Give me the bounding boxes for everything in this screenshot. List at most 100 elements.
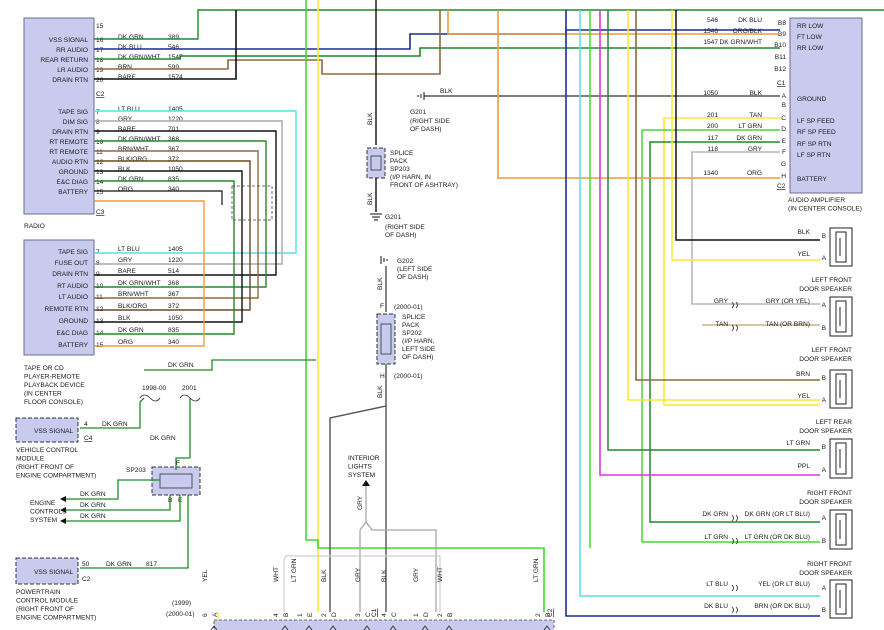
speaker-title: DOOR SPEAKER [799,356,852,363]
bottom-pin-letter: D [331,612,338,617]
amp-pin-label: BATTERY [797,176,827,183]
sp202-label: (I/P HARN, [402,338,435,345]
amp-wire-color: DK GRN/WHT [720,39,763,46]
amp-pin: B8 [778,20,786,27]
vcm-name: VEHICLE CONTROL [16,447,79,454]
inline-connector-icon [731,324,738,332]
speaker-wire-label: YEL [798,251,811,258]
sp202-wire-below: BLK [377,385,384,398]
pcm-circuit: 817 [146,561,157,568]
vcm-connector: C4 [84,435,93,442]
interior-arrow-icon [362,480,370,486]
tape-circuit-number: 1050 [168,315,183,322]
wire-lt-grn-rf [607,10,820,451]
tape-pin-label: LT AUDIO [59,294,88,301]
amp-pin: B12 [774,66,786,73]
speaker-body [829,369,853,409]
radio-pin-label: GROUND [59,169,89,176]
bottom-pin-number: 2 [437,613,444,617]
speaker-wire-label: GRY (OR YEL) [766,298,810,305]
sp202-label: LEFT SIDE [402,346,436,353]
bottom-connector-c1: C1 [371,608,378,617]
radio-pin-label: DRAIN RTN [52,129,88,136]
pcm-connector: C2 [82,576,91,583]
tape-wire-color: BLK/ORG [118,303,147,310]
amp-circuit: 117 [707,135,718,142]
radio-pin-number: 17 [96,47,104,54]
speaker-title: LEFT FRONT [811,277,852,284]
year-bracket-left [139,394,161,402]
speaker-wire-label: PPL [798,463,811,470]
speaker-body [829,296,853,337]
wire-org-amp-battery [497,10,780,179]
radio-wire-color: DK GRN/WHT [118,136,161,143]
ecs-wire-label: DK GRN [80,513,106,520]
bottom-pin-number: 4 [381,613,388,617]
radio-pin-number: 9 [96,129,100,136]
radio-pin-number: 11 [96,149,103,156]
ecs-name: CONTROLS [30,509,67,516]
amp-circuit: 200 [707,123,718,130]
amp-wire-color: DK BLU [738,17,762,24]
speaker-wire-label: YEL [798,393,811,400]
tape-wire-color: DK GRN/WHT [118,280,161,287]
radio-circuit-number: 599 [168,64,179,71]
inline-connector-icon [731,606,738,614]
ecs-name: ENGINE [30,500,56,507]
radio-circuit-number: 1050 [168,166,183,173]
g202-label: G202 [397,258,413,265]
sp202-pin-f: F [380,303,384,310]
g201a-label: G201 [410,109,426,116]
radio-pin-number: 10 [96,139,104,146]
radio-circuit-number: 546 [168,44,179,51]
pcm-wire: DK GRN [106,561,132,568]
wire-e-c-diag-stub [94,190,223,205]
speaker-pin: A [822,467,827,474]
radio-pin-label: LR AUDIO [57,67,88,74]
amp-wire-color: BLK [750,90,763,97]
radio-pin-number: 16 [96,37,104,44]
tape-circuit-number: 1405 [168,246,183,253]
speaker-left-wire-label: LT GRN [704,534,728,541]
radio-pin-number: 20 [96,77,104,84]
g202-location: (LEFT SIDE [397,266,433,273]
ecs-name: SYSTEM [30,517,57,524]
speaker-pin: B [822,375,827,382]
radio-wire-color: DK GRN [118,34,144,41]
bottom-pin-number: 6 [202,613,209,617]
sp203-small-in-wire: DK GRN [150,435,176,442]
wire-gry-interior [365,486,437,612]
g201b-location: (RIGHT SIDE [385,224,425,231]
sp203-label: FRONT OF ASHTRAY) [390,182,458,189]
radio-pin-number: 12 [96,159,104,166]
vcm-vss-label: VSS SIGNAL [34,428,74,435]
speaker-body [829,509,853,550]
tape-circuit-number: 372 [168,303,179,310]
bottom-wire-label: YEL [202,569,209,582]
radio-circuit-number: 1220 [168,116,183,123]
speaker-pin: B [822,444,827,451]
tape-wire-color: LT BLU [118,246,140,253]
speaker-pin: A [822,255,827,262]
radio-connector-c3: C3 [96,209,105,216]
speaker-title: DOOR SPEAKER [799,570,852,577]
radio-pin-label: TAPE SIG [58,109,88,116]
tape-device-label: TAPE OR CD [24,365,64,372]
amp-pin: C [781,115,786,122]
radio-wire-color: DK GRN/WHT [118,54,161,61]
radio-pin-label: DRAIN RTN [52,77,88,84]
interior-wire-label: GRY [357,495,364,510]
tape-wire-color: BLK [118,315,131,322]
bottom-wire-label: BLK [321,569,328,582]
radio-wire-color: BARE [118,126,137,133]
tape-circuit-number: 514 [168,268,179,275]
sp202-label: OF DASH) [402,354,434,361]
amp-wire-color: DK GRN [736,135,762,142]
amp-pin-label: RR LOW [797,45,824,52]
tape-device-label: (IN CENTER [24,391,62,398]
amp-circuit: 1050 [703,90,718,97]
tape-pin-label: REMOTE RTN [45,306,89,313]
radio-wire-color: ORG [118,186,133,193]
amp-pin: B [782,102,787,109]
amp-circuit: 1547 [703,39,718,46]
